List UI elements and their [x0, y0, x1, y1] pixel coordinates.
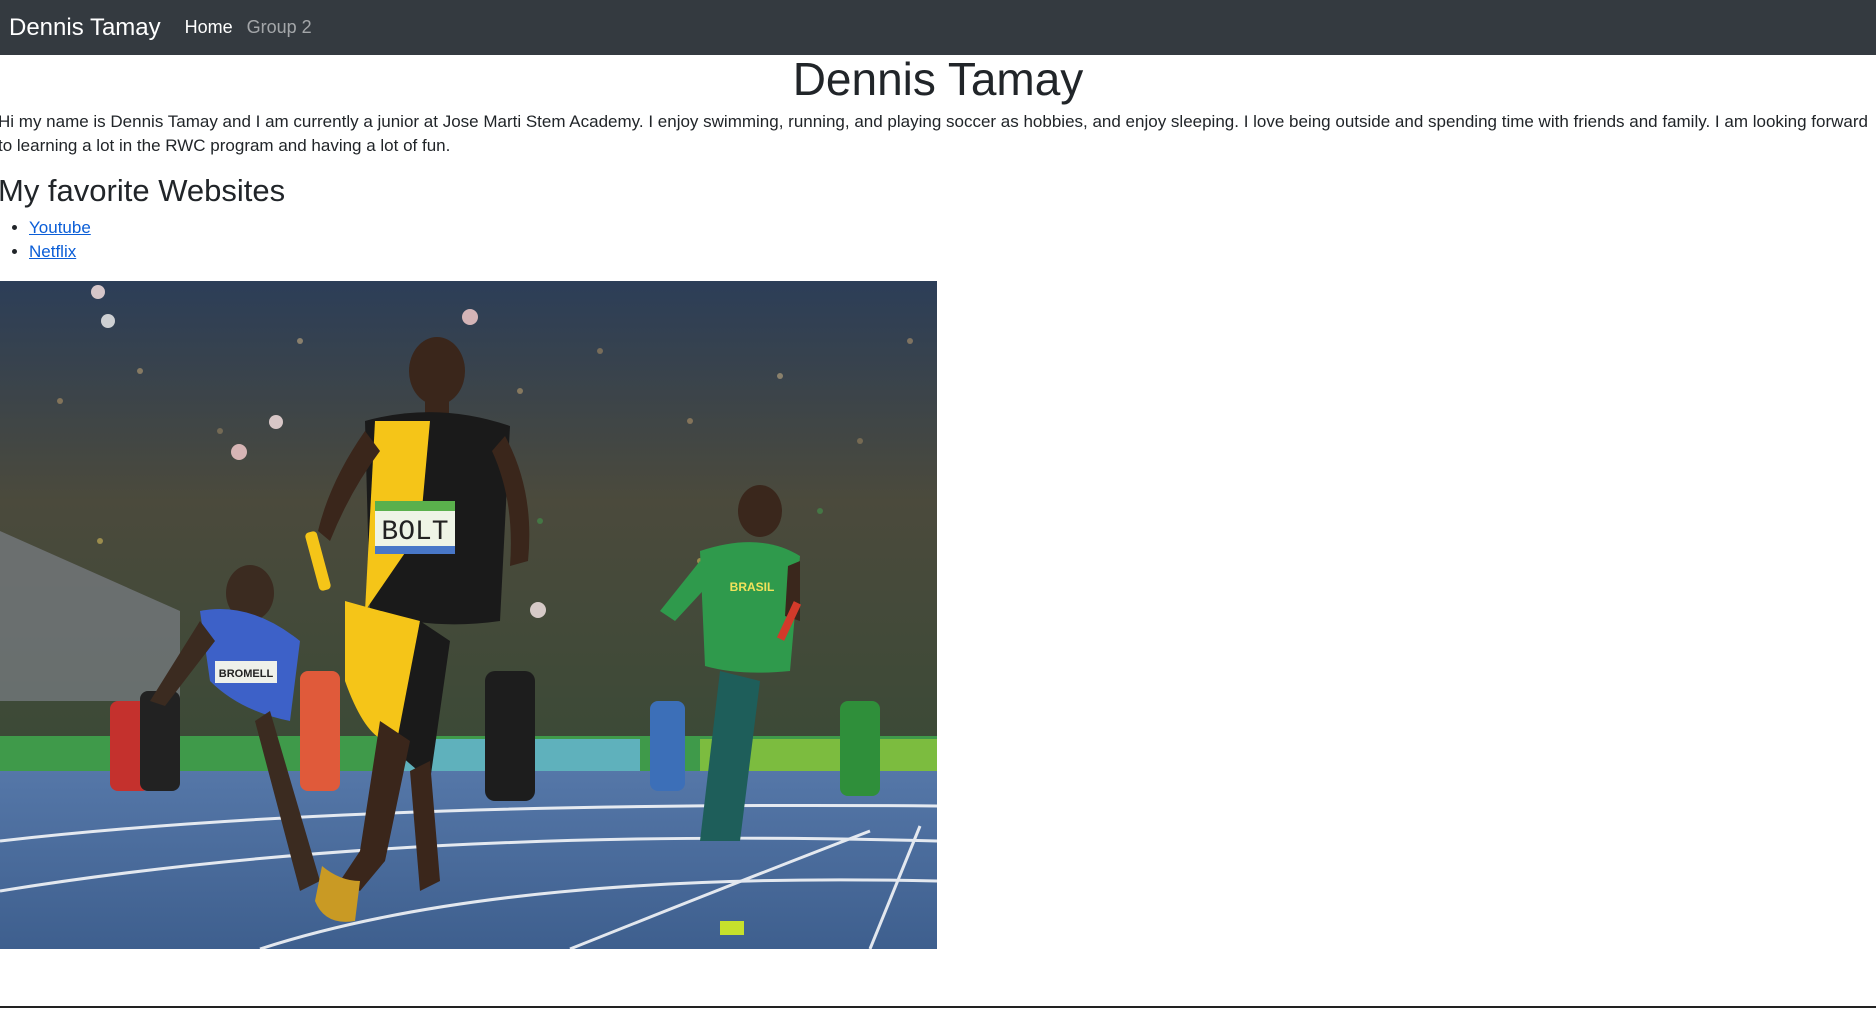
jersey-brasil: BRASIL: [730, 580, 775, 594]
list-item: Youtube: [29, 216, 91, 240]
intro-paragraph: Hi my name is Dennis Tamay and I am curr…: [0, 112, 1868, 155]
favorites-list: Youtube Netflix: [0, 216, 91, 264]
youtube-link[interactable]: Youtube: [29, 218, 91, 237]
netflix-link[interactable]: Netflix: [29, 242, 76, 261]
bottom-divider: [0, 1006, 1876, 1008]
bib-bromell: BROMELL: [219, 668, 274, 680]
sprinter-photo: BROMELL BRASIL BOLT: [0, 281, 937, 949]
nav-link-home[interactable]: Home: [185, 17, 233, 38]
nav-link-group-2[interactable]: Group 2: [247, 17, 312, 38]
top-navbar: Dennis Tamay Home Group 2: [0, 0, 1876, 55]
bib-bolt: BOLT: [381, 517, 448, 548]
sprinter-photo-illustration: BROMELL BRASIL BOLT: [0, 281, 937, 949]
favorites-heading: My favorite Websites: [0, 173, 286, 208]
list-item: Netflix: [29, 240, 91, 264]
page-title: Dennis Tamay: [792, 53, 1084, 105]
navbar-brand[interactable]: Dennis Tamay: [9, 14, 161, 42]
